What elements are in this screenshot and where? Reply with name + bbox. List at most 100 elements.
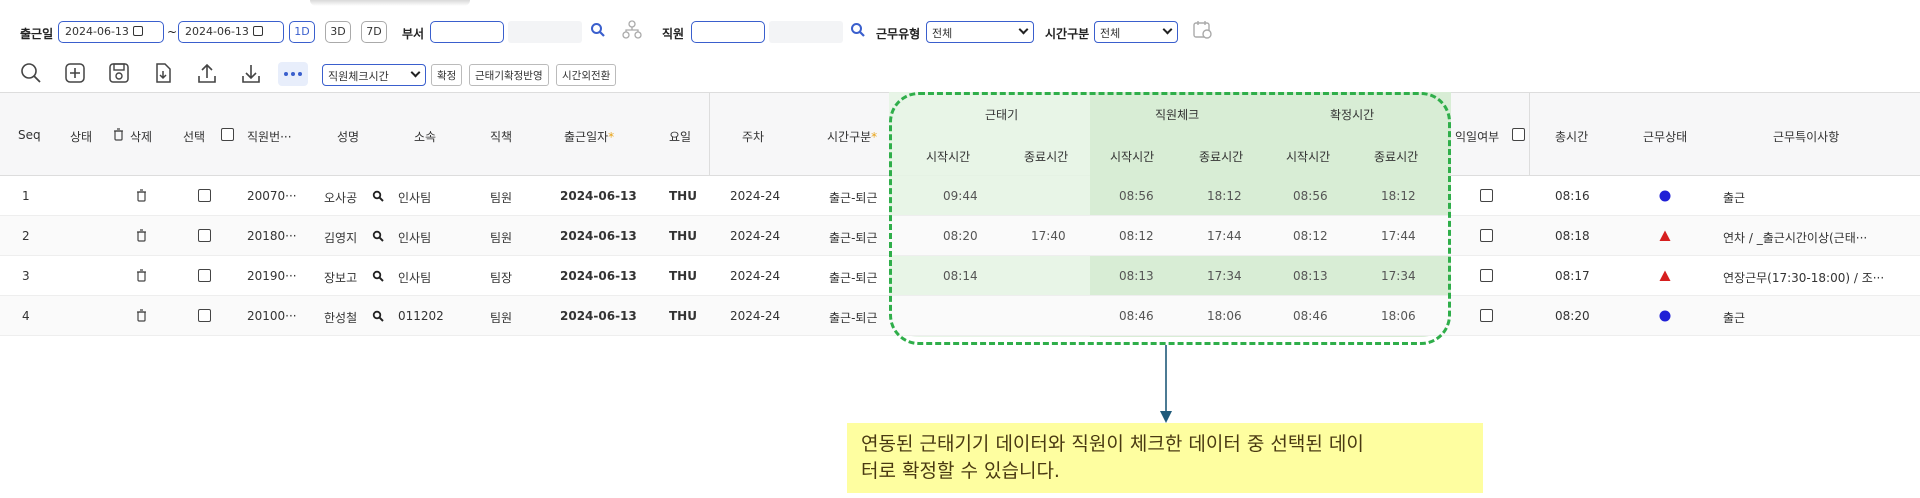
col-date: 출근일자* <box>564 130 615 144</box>
select-row-checkbox[interactable] <box>198 229 211 242</box>
date-from-input[interactable]: 2024-06-13 <box>58 21 164 43</box>
dept-code-input[interactable] <box>430 21 504 43</box>
cell-seq: 2 <box>22 229 30 243</box>
cell-time-type: 출근-퇴근 <box>829 311 878 325</box>
confirm-button[interactable]: 확정 <box>431 64 463 86</box>
col-remarks: 근무특이사항 <box>1773 130 1840 144</box>
chevron-down-icon <box>1162 24 1173 35</box>
filter-bar: 출근일 2024-06-13 ~ 2024-06-13 1D 3D 7D 부서 … <box>0 14 1920 48</box>
cell-dept: 011202 <box>398 309 444 323</box>
cell-week: 2024-24 <box>730 309 781 323</box>
chevron-down-icon <box>1018 24 1029 35</box>
employee-lookup-icon[interactable] <box>372 310 384 322</box>
cell-weekday: THU <box>669 269 697 283</box>
dept-search-icon[interactable] <box>590 22 606 38</box>
range-1d-button[interactable]: 1D <box>289 21 315 43</box>
cell-weekday: THU <box>669 309 697 323</box>
employee-lookup-icon[interactable] <box>372 270 384 282</box>
cell-seq: 1 <box>22 189 30 203</box>
employee-code-input[interactable] <box>691 21 765 43</box>
work-status-circle-icon <box>1659 310 1671 322</box>
import-icon[interactable] <box>152 62 174 84</box>
select-row-checkbox[interactable] <box>198 309 211 322</box>
callout-line-2: 터로 확정할 수 있습니다. <box>861 460 1060 482</box>
cell-remarks: 출근 <box>1723 191 1746 205</box>
cell-remarks: 연장근무(17:30-18:00) / 조··· <box>1723 271 1885 285</box>
employee-lookup-icon[interactable] <box>372 230 384 242</box>
col-week: 주차 <box>742 130 765 144</box>
employee-label: 직원 <box>662 27 685 41</box>
dept-name-input[interactable] <box>508 21 582 43</box>
col-time-type: 시간구분* <box>827 130 878 144</box>
work-type-select[interactable]: 전체 <box>926 21 1034 43</box>
more-icon <box>284 72 302 76</box>
delete-row-icon[interactable] <box>136 229 147 242</box>
cell-seq: 4 <box>22 309 30 323</box>
callout-line-1: 연동된 근태기기 데이터와 직원이 체크한 데이터 중 선택된 데이 <box>861 433 1364 455</box>
time-type-select[interactable]: 전체 <box>1094 21 1178 43</box>
save-icon[interactable] <box>108 62 130 84</box>
next-day-checkbox[interactable] <box>1480 189 1493 202</box>
next-day-checkbox[interactable] <box>1480 229 1493 242</box>
cell-date: 2024-06-13 <box>560 229 637 243</box>
org-tree-icon[interactable] <box>622 20 642 40</box>
upload-icon[interactable] <box>196 62 218 84</box>
range-3d-button[interactable]: 3D <box>325 21 351 43</box>
apply-device-button[interactable]: 근태기확정반영 <box>469 64 549 86</box>
cell-name: 한성철 <box>324 311 358 325</box>
cell-date: 2024-06-13 <box>560 189 637 203</box>
col-emp-no: 직원번··· <box>247 130 292 144</box>
cell-weekday: THU <box>669 189 697 203</box>
highlight-dashed-outline <box>889 92 1451 345</box>
employee-lookup-icon[interactable] <box>372 190 384 202</box>
col-delete: 삭제 <box>130 130 153 144</box>
cell-position: 팀원 <box>490 231 513 245</box>
arrow-down-icon <box>1160 345 1172 423</box>
calendar-settings-icon[interactable] <box>1192 19 1214 41</box>
calendar-icon[interactable] <box>132 26 143 36</box>
cell-week: 2024-24 <box>730 269 781 283</box>
work-status-triangle-icon <box>1659 230 1671 241</box>
cell-time-type: 출근-퇴근 <box>829 271 878 285</box>
cell-dept: 인사팀 <box>398 191 432 205</box>
employee-search-icon[interactable] <box>850 22 866 38</box>
select-all-checkbox[interactable] <box>221 128 234 141</box>
select-row-checkbox[interactable] <box>198 189 211 202</box>
employee-name-input[interactable] <box>769 21 843 43</box>
range-7d-button[interactable]: 7D <box>361 21 387 43</box>
cell-week: 2024-24 <box>730 189 781 203</box>
cell-position: 팀원 <box>490 311 513 325</box>
col-dept: 소속 <box>414 130 437 144</box>
next-day-all-checkbox[interactable] <box>1512 128 1525 141</box>
top-shadow <box>310 0 470 6</box>
add-icon[interactable] <box>64 62 86 84</box>
next-day-checkbox[interactable] <box>1480 309 1493 322</box>
date-tilde: ~ <box>167 25 178 39</box>
dept-label: 부서 <box>402 27 425 41</box>
cell-time-type: 출근-퇴근 <box>829 231 878 245</box>
search-icon[interactable] <box>20 62 42 84</box>
cell-emp-no: 20190··· <box>247 269 297 283</box>
delete-row-icon[interactable] <box>136 309 147 322</box>
cell-dept: 인사팀 <box>398 271 432 285</box>
cell-dept: 인사팀 <box>398 231 432 245</box>
more-button[interactable] <box>278 62 308 86</box>
calendar-icon[interactable] <box>252 26 263 36</box>
required-mark: * <box>871 130 878 144</box>
download-icon[interactable] <box>240 62 262 84</box>
cell-name: 오사공 <box>324 191 358 205</box>
col-position: 직책 <box>490 130 513 144</box>
cell-date: 2024-06-13 <box>560 309 637 323</box>
cell-remarks: 출근 <box>1723 311 1746 325</box>
overtime-convert-button[interactable]: 시간외전환 <box>556 64 617 86</box>
delete-row-icon[interactable] <box>136 189 147 202</box>
time-type-label: 시간구분 <box>1045 27 1090 41</box>
delete-row-icon[interactable] <box>136 269 147 282</box>
select-row-checkbox[interactable] <box>198 269 211 282</box>
col-seq: Seq <box>18 128 41 142</box>
next-day-checkbox[interactable] <box>1480 269 1493 282</box>
cell-week: 2024-24 <box>730 229 781 243</box>
date-to-input[interactable]: 2024-06-13 <box>178 21 284 43</box>
cell-total: 08:16 <box>1555 189 1590 203</box>
check-source-select[interactable]: 직원체크시간 <box>322 64 426 86</box>
